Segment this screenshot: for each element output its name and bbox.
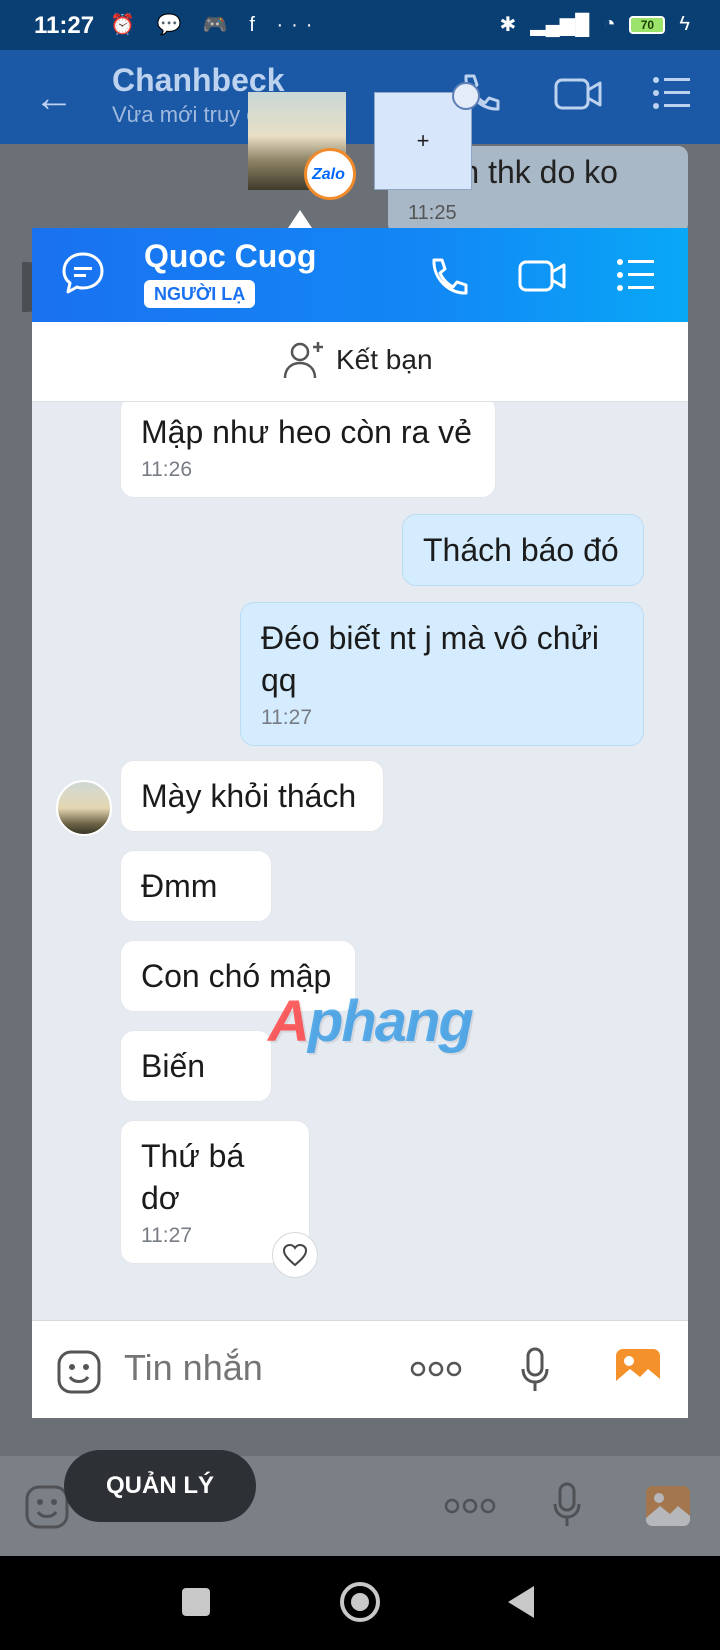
message-text: Biến — [141, 1048, 206, 1084]
menu-icon[interactable] — [616, 258, 656, 292]
message-input[interactable] — [124, 1347, 374, 1389]
message-text: Đmm — [141, 868, 218, 904]
message-text: Mập như heo còn ra vẻ — [141, 414, 472, 450]
background-chat-header: ← Chanhbeck Vừa mới truy cập — [0, 50, 720, 144]
background-message-time: 11:25 — [408, 202, 457, 224]
microphone-icon — [553, 1482, 581, 1526]
status-time: 11:27 — [34, 12, 95, 39]
message-text: Mày khỏi thách — [141, 778, 357, 814]
message-time: 11:27 — [261, 706, 312, 729]
message-time: 11:27 — [141, 1224, 192, 1247]
zalo-badge-label: Zalo — [312, 166, 345, 183]
message-list: Mập như heo còn ra vẻ 11:26 Thách báo đó… — [32, 402, 688, 1320]
more-options-icon — [444, 1498, 496, 1514]
battery-icon: 70 — [629, 15, 666, 34]
add-user-icon — [283, 342, 323, 379]
wifi-icon: ◔ — [603, 13, 616, 35]
stranger-badge: NGƯỜI LẠ — [144, 280, 256, 308]
message-text: Thứ bá dơ — [141, 1138, 245, 1216]
home-button[interactable] — [340, 1582, 380, 1622]
watermark-logo: Aphang — [268, 988, 474, 1055]
more-options-icon[interactable] — [410, 1359, 462, 1379]
image-icon[interactable] — [614, 1347, 662, 1391]
video-call-icon[interactable] — [518, 256, 568, 296]
zalo-logo-icon: Zalo — [304, 148, 356, 200]
add-label: + — [416, 128, 430, 153]
bluetooth-icon: ✱ — [499, 14, 517, 36]
watermark-first: A — [268, 989, 310, 1054]
heart-icon — [282, 1243, 308, 1267]
microphone-icon[interactable] — [520, 1347, 550, 1393]
back-button[interactable] — [508, 1586, 534, 1618]
chat-bubble-window: Quoc Cuog NGƯỜI LẠ Kết bạn Mập như heo c… — [32, 228, 688, 1418]
message-time: 11:26 — [141, 458, 192, 481]
charging-icon: ϟ — [679, 13, 690, 35]
message-bubble[interactable]: Đmm — [120, 850, 272, 922]
notification-icons: ⏰ 💬 🎮 f ··· — [110, 14, 321, 36]
message-text: Thách báo đó — [423, 532, 619, 568]
sticker-icon[interactable] — [56, 1349, 102, 1395]
react-heart-button[interactable] — [272, 1232, 318, 1278]
recents-button[interactable] — [182, 1588, 210, 1616]
add-friend-label: Kết bạn — [336, 344, 433, 375]
bubble-header: Quoc Cuog NGƯỜI LẠ — [32, 228, 688, 322]
video-call-icon[interactable] — [554, 74, 604, 114]
add-friend-bar: Kết bạn — [32, 322, 688, 402]
chat-icon[interactable] — [60, 250, 106, 296]
drag-handle-dot[interactable] — [452, 82, 480, 110]
status-right: ✱ ▂▄▆█ ◔ 70 ϟ — [499, 12, 690, 37]
bubble-pointer — [288, 210, 312, 228]
message-bubble[interactable]: Thách báo đó — [402, 514, 644, 586]
watermark-rest: phang — [307, 989, 474, 1054]
message-bubble[interactable]: Đéo biết nt j mà vô chửi qq 11:27 — [240, 602, 644, 746]
status-bar: 11:27 ⏰ 💬 🎮 f ··· ✱ ▂▄▆█ ◔ 70 ϟ — [0, 0, 720, 50]
message-bubble[interactable]: Mập như heo còn ra vẻ 11:26 — [120, 402, 496, 498]
menu-icon[interactable] — [652, 76, 692, 110]
image-icon — [646, 1486, 690, 1526]
add-friend-button[interactable]: Kết bạn — [282, 340, 433, 380]
signal-icon: ▂▄▆█ — [530, 14, 590, 36]
contact-avatar[interactable] — [56, 780, 112, 836]
message-composer — [32, 1320, 688, 1418]
contact-name: Quoc Cuog — [144, 238, 317, 274]
system-navigation-bar — [0, 1556, 720, 1650]
message-bubble[interactable]: Biến — [120, 1030, 272, 1102]
message-bubble[interactable]: Mày khỏi thách — [120, 760, 384, 832]
message-text: Đéo biết nt j mà vô chửi qq — [261, 620, 600, 698]
call-icon[interactable] — [424, 254, 468, 298]
sticker-icon — [25, 1485, 69, 1529]
manage-button[interactable]: QUẢN LÝ — [64, 1450, 256, 1522]
back-arrow-icon[interactable]: ← — [34, 78, 74, 118]
